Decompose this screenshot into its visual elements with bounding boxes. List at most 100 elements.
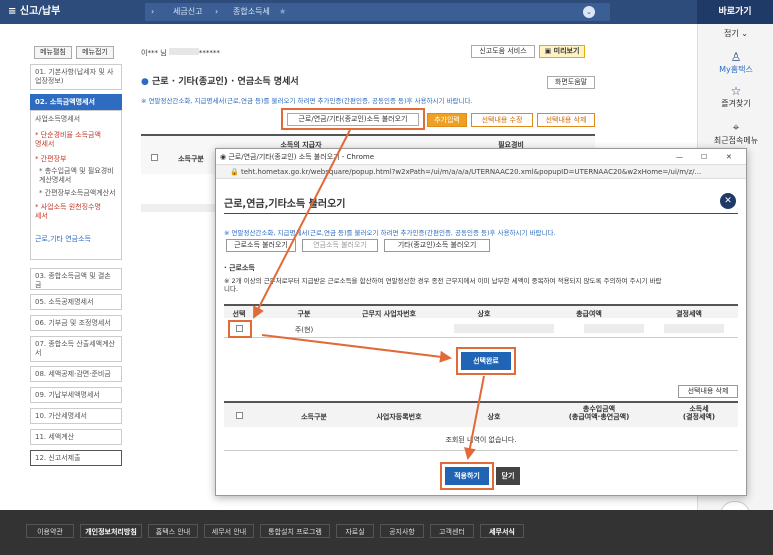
footer-install[interactable]: 통합설치 프로그램 bbox=[260, 524, 330, 538]
col-total-income: 총수입금액 (총급여액·총연금액) bbox=[568, 405, 630, 421]
load-pension-button[interactable]: 연금소득 불러오기 bbox=[302, 239, 378, 252]
divider bbox=[224, 213, 738, 214]
masked-block bbox=[168, 48, 199, 55]
table-row[interactable]: 주(현) bbox=[224, 320, 738, 338]
select-done-button[interactable]: 선택완료 bbox=[461, 352, 511, 370]
apply-button[interactable]: 적용하기 bbox=[445, 467, 489, 485]
footer-terms[interactable]: 이용약관 bbox=[26, 524, 74, 538]
chevron-right-icon: › bbox=[215, 7, 219, 16]
close-icon[interactable]: ✕ bbox=[726, 149, 732, 165]
sidebar: 메뉴펼침 메뉴접기 01. 기본사항(납세자 및 사업장정보) 02. 소득금액… bbox=[0, 24, 130, 510]
section-title-text: 근로 · 기타(종교인) · 연금소득 명세서 bbox=[152, 77, 299, 87]
row-kind: 주(현) bbox=[294, 326, 314, 334]
sidebar-item-tax-calc[interactable]: 11. 세액계산 bbox=[30, 429, 122, 445]
sidebar-item-prepaid[interactable]: 09. 기납부세액명세서 bbox=[30, 387, 122, 403]
delete-selected-button[interactable]: 선택내용 삭제 bbox=[537, 113, 595, 127]
collapse-label: 접기 bbox=[724, 29, 739, 38]
submenu-withholding[interactable]: * 사업소득 원천징수명세서 bbox=[35, 203, 107, 221]
footer-office-info[interactable]: 세무서 안내 bbox=[204, 524, 254, 538]
submenu-business[interactable]: 사업소득명세서 bbox=[35, 115, 127, 124]
chevron-down-icon[interactable]: ⌄ bbox=[583, 6, 595, 18]
popup-window-title: 근로/연금/기타(종교인) 소득 불러오기 - Chrome bbox=[228, 153, 375, 161]
star-icon[interactable]: ★ bbox=[279, 3, 286, 21]
preview-button[interactable]: ▣ 미리보기 bbox=[539, 45, 585, 58]
highlight-box bbox=[228, 320, 252, 338]
footer-notice[interactable]: 공지사항 bbox=[380, 524, 424, 538]
tab-income-tax[interactable]: 종합소득세 bbox=[233, 3, 270, 21]
submenu-simple-book[interactable]: * 간편장부 bbox=[35, 155, 127, 164]
close-button[interactable]: 닫기 bbox=[496, 467, 520, 485]
sidebar-item-penalty[interactable]: 10. 가산세명세서 bbox=[30, 408, 122, 424]
submenu-wage-pension[interactable]: 근로,기타 연금소득 bbox=[35, 235, 127, 244]
col-name: 상호 bbox=[477, 310, 491, 318]
user-icon: ♙ bbox=[730, 50, 742, 64]
favorites-label: 즐겨찾기 bbox=[721, 99, 751, 108]
goto-button[interactable]: 바로가기 bbox=[697, 0, 773, 24]
sidebar-item-deduction[interactable]: 05. 소득공제명세서 bbox=[30, 294, 122, 310]
maximize-icon[interactable]: ☐ bbox=[701, 149, 707, 165]
submenu-simple-rate[interactable]: * 단순경비율 소득금액명세서 bbox=[35, 131, 107, 149]
footer: 이용약관 개인정보처리방침 홈택스 안내 세무서 안내 통합설치 프로그램 자료… bbox=[0, 510, 773, 555]
help-service-button[interactable]: 신고도움 서비스 bbox=[471, 45, 535, 58]
minimize-icon[interactable]: — bbox=[676, 149, 683, 165]
col-income-type: 소득구분 bbox=[301, 413, 327, 421]
empty-message: 조회된 내역이 없습니다. bbox=[224, 429, 738, 451]
top-navigation-bar: ≡ 신고/납부 › 세금신고 › 종합소득세 ★ ⌄ 바로가기 bbox=[0, 0, 773, 24]
popup-url: teht.hometax.go.kr/websquare/popup.html?… bbox=[240, 168, 702, 176]
highlight-box bbox=[281, 108, 425, 130]
sidebar-item-credit[interactable]: 08. 세액공제·감면·준비금 bbox=[30, 366, 122, 382]
collapse-button[interactable]: 접기 ⌄ bbox=[698, 28, 773, 39]
star-icon: ☆ bbox=[730, 84, 742, 98]
submenu-revenue-expense[interactable]: * 총수입금액 및 필요경비계산명세서 bbox=[39, 167, 119, 185]
popup-title: 근로,연금,기타소득 불러오기 bbox=[224, 199, 346, 210]
menu-collapse-button[interactable]: 메뉴접기 bbox=[76, 46, 114, 59]
popup-url-bar[interactable]: 🔒 teht.hometax.go.kr/websquare/popup.htm… bbox=[216, 165, 746, 179]
sidebar-item-submit[interactable]: 12. 신고서제출 bbox=[30, 450, 122, 466]
menu-title[interactable]: ≡ 신고/납부 bbox=[8, 0, 60, 24]
sidebar-submenu: 사업소득명세서 * 단순경비율 소득금액명세서 * 간편장부 * 총수입금액 및… bbox=[30, 110, 122, 260]
screen-help-button[interactable]: 화면도움말 bbox=[547, 76, 595, 89]
col-kind: 구분 bbox=[297, 310, 311, 318]
sidebar-item-basic[interactable]: 01. 기본사항(납세자 및 사업장정보) bbox=[30, 64, 122, 90]
popup-notice: ※ 연말정산간소화, 지급명세서(근로,연금 등)를 불러오기 하려면 추가인증… bbox=[224, 229, 556, 237]
select-all-checkbox[interactable] bbox=[151, 154, 158, 161]
load-wage-button[interactable]: 근로소득 불러오기 bbox=[226, 239, 296, 252]
table2-header: 소득구분 사업자등록번호 상호 총수입금액 (총급여액·총연금액) 소득세 (결… bbox=[224, 401, 738, 427]
sidebar-item-total-income[interactable]: 03. 종합소득금액 및 결손금 bbox=[30, 268, 122, 290]
footer-archive[interactable]: 자료실 bbox=[336, 524, 374, 538]
lock-icon: 🔒 bbox=[230, 168, 239, 176]
section-title: ● 근로 · 기타(종교인) · 연금소득 명세서 bbox=[141, 74, 299, 87]
chrome-icon: ◉ bbox=[220, 153, 227, 161]
submenu-simple-book-income[interactable]: * 간편장부소득금액계산서 bbox=[39, 189, 119, 198]
popup-close-icon[interactable]: ✕ bbox=[720, 193, 736, 209]
footer-hometax-info[interactable]: 홈택스 안내 bbox=[148, 524, 198, 538]
col-total-pay: 총급여액 bbox=[576, 310, 602, 318]
myhometax-button[interactable]: ♙ My홈택스 bbox=[698, 50, 773, 75]
myhometax-label: My홈택스 bbox=[719, 65, 753, 74]
footer-support[interactable]: 고객센터 bbox=[430, 524, 474, 538]
add-input-button[interactable]: 추가입력 bbox=[427, 113, 467, 127]
recent-menu-button[interactable]: ⌖ 최근접속메뉴 bbox=[698, 120, 773, 146]
hamburger-icon[interactable]: ≡ bbox=[8, 6, 16, 17]
sidebar-item-income-statement[interactable]: 02. 소득금액명세서 bbox=[30, 94, 122, 110]
tab-tax-report[interactable]: 세금신고 bbox=[173, 3, 202, 21]
footer-forms[interactable]: 세무서식 bbox=[480, 524, 524, 538]
load-other-button[interactable]: 기타(종교인)소득 불러오기 bbox=[384, 239, 490, 252]
user-name: 이*** 님 ****** bbox=[141, 48, 220, 58]
cursor-icon: ⌖ bbox=[732, 120, 740, 134]
warning-text: ※ 2개 이상의 근무처로부터 지급받은 근로소득을 합산하여 연말정산한 경우… bbox=[224, 277, 662, 293]
menu-expand-button[interactable]: 메뉴펼침 bbox=[34, 46, 72, 59]
delete-selection-button[interactable]: 선택내용 삭제 bbox=[678, 385, 738, 398]
popup-window: ◉ 근로/연금/기타(종교인) 소득 불러오기 - Chrome — ☐ ✕ 🔒… bbox=[215, 148, 747, 496]
favorites-button[interactable]: ☆ 즐겨찾기 bbox=[698, 84, 773, 109]
breadcrumb: › 세금신고 › 종합소득세 ★ ⌄ bbox=[145, 3, 610, 21]
sidebar-item-donation[interactable]: 06. 기부금 및 조정명세서 bbox=[30, 315, 122, 331]
edit-selected-button[interactable]: 선택내용 수정 bbox=[471, 113, 533, 127]
masked-block bbox=[584, 324, 644, 333]
col-tax: 결정세액 bbox=[676, 310, 702, 318]
col-bizno: 근무지 사업자번호 bbox=[362, 310, 416, 318]
sidebar-item-calc-tax[interactable]: 07. 종합소득 산출세액계산서 bbox=[30, 336, 122, 362]
col-reg-no: 사업자등록번호 bbox=[376, 413, 422, 421]
footer-privacy[interactable]: 개인정보처리방침 bbox=[80, 524, 142, 538]
select-all-checkbox-2[interactable] bbox=[236, 412, 243, 419]
